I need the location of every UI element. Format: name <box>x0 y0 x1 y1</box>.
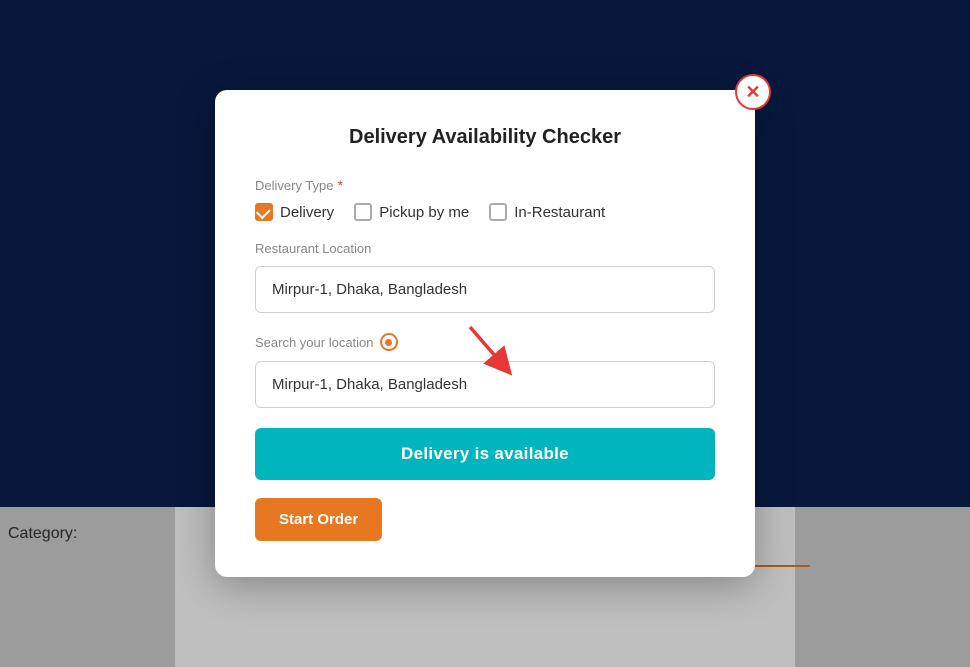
search-location-label: Search your location <box>255 335 374 350</box>
modal: ✕ Delivery Availability Checker Delivery… <box>215 90 755 577</box>
inrestaurant-checkbox[interactable] <box>489 203 507 221</box>
restaurant-location-label: Restaurant Location <box>255 241 715 256</box>
pickup-checkbox[interactable] <box>354 203 372 221</box>
delivery-checkbox[interactable] <box>255 203 273 221</box>
delivery-label: Delivery <box>280 204 334 221</box>
delivery-type-label: Delivery Type * <box>255 177 715 193</box>
inrestaurant-label: In-Restaurant <box>514 204 605 221</box>
red-arrow <box>465 317 525 382</box>
restaurant-location-input[interactable] <box>255 266 715 313</box>
close-button[interactable]: ✕ <box>735 74 771 110</box>
option-delivery[interactable]: Delivery <box>255 203 334 221</box>
location-target-icon <box>380 333 398 351</box>
delivery-type-options: Delivery Pickup by me In-Restaurant <box>255 203 715 221</box>
modal-title: Delivery Availability Checker <box>255 126 715 149</box>
option-pickup[interactable]: Pickup by me <box>354 203 469 221</box>
arrow-container <box>255 361 715 408</box>
modal-overlay: ✕ Delivery Availability Checker Delivery… <box>0 0 970 667</box>
search-location-group: Search your location <box>255 333 715 408</box>
delivery-type-group: Delivery Type * Delivery Pickup by me In… <box>255 177 715 221</box>
restaurant-location-group: Restaurant Location <box>255 241 715 313</box>
pickup-label: Pickup by me <box>379 204 469 221</box>
start-order-button[interactable]: Start Order <box>255 498 382 541</box>
option-inrestaurant[interactable]: In-Restaurant <box>489 203 605 221</box>
delivery-available-button[interactable]: Delivery is available <box>255 428 715 480</box>
required-star: * <box>338 177 343 193</box>
